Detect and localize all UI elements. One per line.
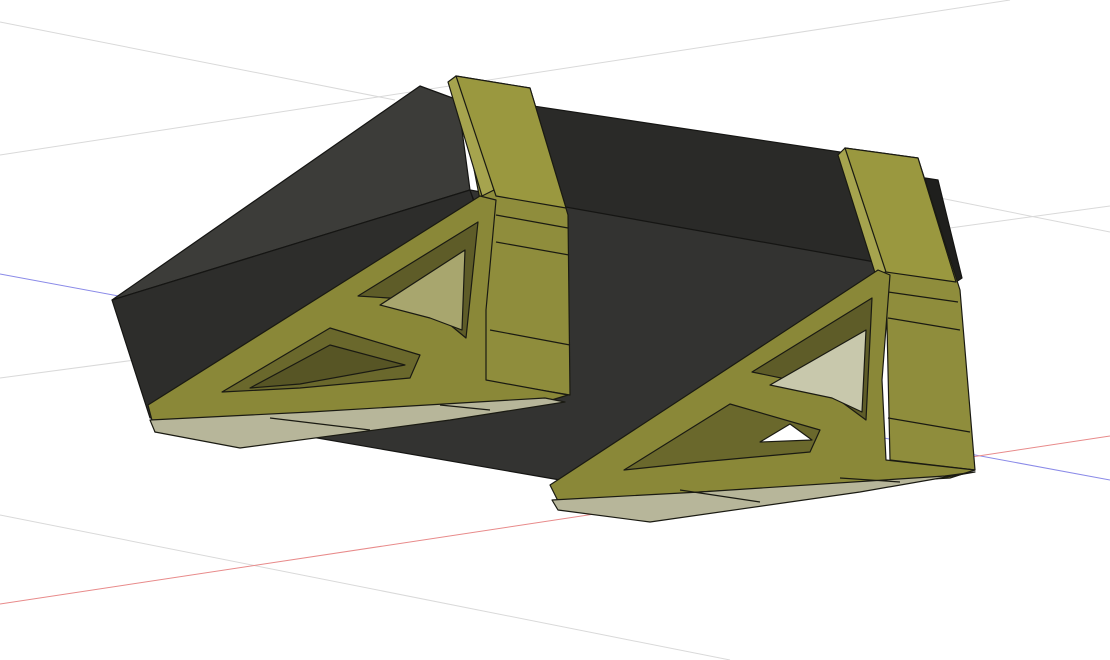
grid-line <box>0 21 396 101</box>
grid-line <box>949 205 1110 229</box>
3d-model-viewport[interactable] <box>0 0 1110 660</box>
grid-line <box>939 197 1110 233</box>
scene-canvas[interactable] <box>0 0 1110 660</box>
